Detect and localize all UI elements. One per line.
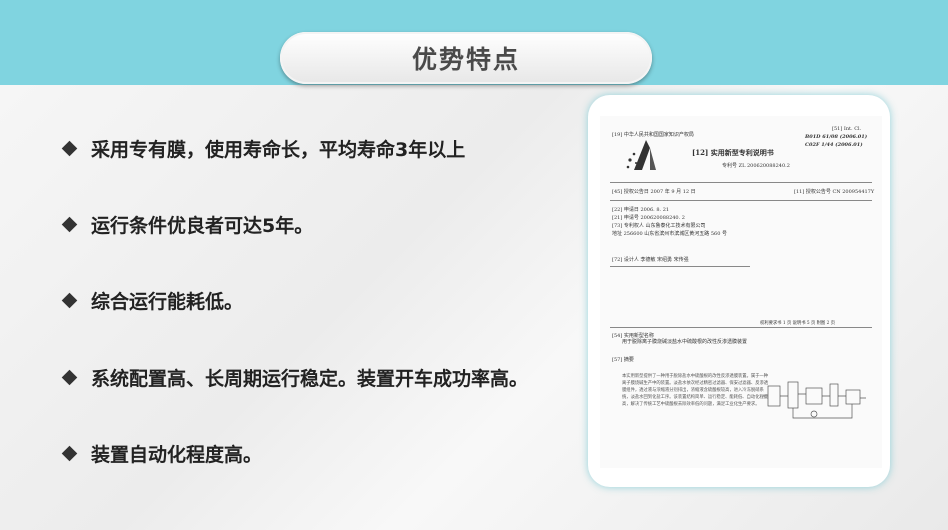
divider [610, 266, 750, 267]
doc-intcl-1: B01D 61/08 (2006.01) [805, 134, 868, 140]
bullet-item: 系统配置高、长周期运行稳定。装置开车成功率高。 [61, 364, 529, 391]
doc-designer: [72] 设计人 李德敏 宋绍勇 宋传强 [612, 257, 689, 263]
bullet-text: 运行条件优良者可达5年。 [91, 215, 314, 237]
doc-abstract-text: 本实用新型提供了一种用于脱除盐水中硫酸根的改性反渗透膜装置。属于一种离子膜烧碱生… [622, 374, 769, 407]
doc-app-no: [21] 申请号 200620088240. 2 [612, 215, 685, 221]
doc-holder: [73] 专利权人 山东鲁泰化工技术有限公司 [612, 223, 706, 229]
divider [610, 327, 872, 328]
bullet-text: 系统配置高、长周期运行稳定。装置开车成功率高。 [91, 368, 529, 390]
doc-intcl-label: [51] Int. Cl. [832, 126, 862, 132]
doc-grant-no: [11] 授权公告号 CN 200954417Y [794, 189, 875, 195]
diamond-bullet-icon [61, 140, 78, 157]
doc-patent-no: 专利号 ZL 200620088240.2 [722, 163, 790, 169]
doc-intcl-2: C02F 1/44 (2006.01) [805, 142, 863, 148]
title-pill: 优势特点 [280, 32, 652, 84]
doc-pages-note: 权利要求书 1 页 说明书 5 页 附图 2 页 [760, 321, 835, 326]
diamond-bullet-icon [61, 216, 78, 233]
patent-document: [19] 中华人民共和国国家知识产权局 [51] Int. Cl. B01D 6… [600, 116, 882, 468]
bullet-item: 综合运行能耗低。 [61, 287, 244, 314]
patent-office-emblem-icon [626, 140, 656, 170]
diamond-bullet-icon [61, 445, 78, 462]
doc-name-label: [54] 实用新型名称 [612, 333, 654, 339]
bullet-item: 装置自动化程度高。 [61, 440, 263, 467]
doc-grant-date: [45] 授权公告日 2007 年 9 月 12 日 [612, 189, 696, 195]
bullet-item: 采用专有膜，使用寿命长，平均寿命3年以上 [61, 135, 466, 162]
diamond-bullet-icon [61, 369, 78, 386]
divider [610, 200, 872, 201]
bullet-text: 装置自动化程度高。 [91, 444, 263, 466]
divider [610, 182, 872, 183]
doc-issuer: [19] 中华人民共和国国家知识产权局 [612, 132, 694, 138]
bullet-text: 采用专有膜，使用寿命长，平均寿命3年以上 [91, 139, 466, 161]
doc-abstract-label: [57] 摘要 [612, 357, 634, 363]
doc-type: [12] 实用新型专利说明书 [692, 148, 774, 157]
doc-app-date: [22] 申请日 2006. 8. 21 [612, 207, 670, 213]
doc-name-text: 用于脱除离子膜烧碱淡盐水中硫酸根的改性反渗透膜装置 [622, 339, 748, 345]
diamond-bullet-icon [61, 292, 78, 309]
process-diagram-icon [762, 381, 866, 419]
page-title: 优势特点 [411, 45, 520, 74]
doc-address: 地址 256600 山东省滨州市滨城区黄河五路 560 号 [612, 231, 727, 237]
bullet-text: 综合运行能耗低。 [91, 291, 244, 313]
bullet-item: 运行条件优良者可达5年。 [61, 211, 314, 238]
